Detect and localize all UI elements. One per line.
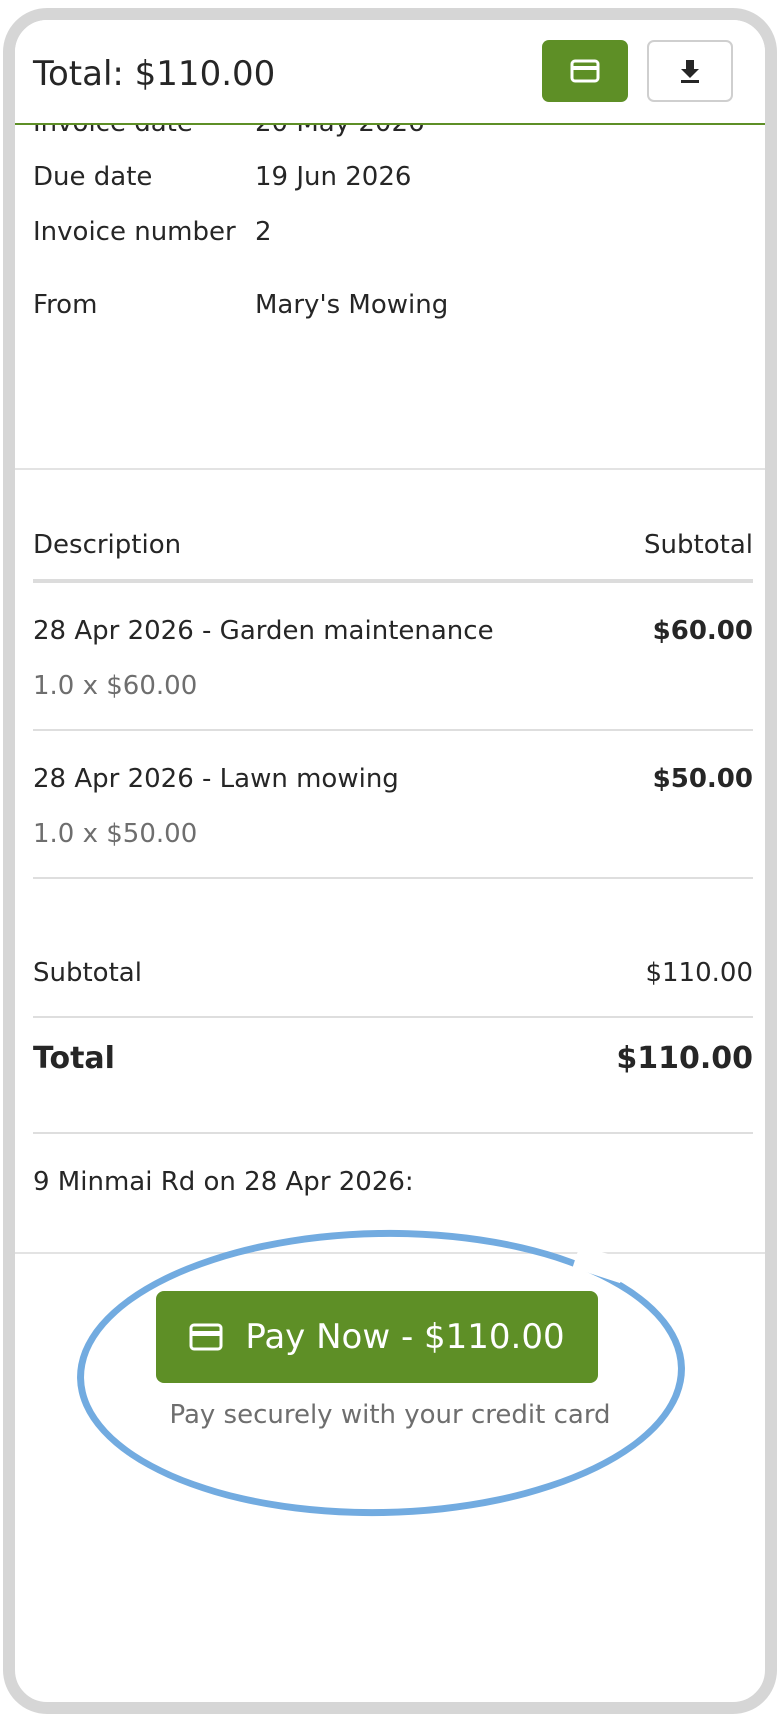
- row-divider: [33, 729, 753, 731]
- footer-divider: [15, 1252, 765, 1254]
- pay-caption: Pay securely with your credit card: [169, 1400, 611, 1430]
- item-amount: $50.00: [652, 764, 753, 794]
- from-value: Mary's Mowing: [255, 290, 449, 320]
- device-frame: Total: $110.00 Invoice date 20 May 2026 …: [3, 8, 777, 1714]
- pay-now-label: Pay Now - $110.00: [245, 1317, 565, 1357]
- invoice-note: 9 Minmai Rd on 28 Apr 2026:: [33, 1167, 414, 1197]
- credit-card-icon: [570, 59, 600, 83]
- page-frame: Total: $110.00 Invoice date 20 May 2026 …: [0, 0, 780, 1718]
- total-label: Total: [33, 1041, 115, 1076]
- credit-card-icon: [189, 1323, 223, 1351]
- due-date-value: 19 Jun 2026: [255, 162, 412, 192]
- pay-now-button[interactable]: Pay Now - $110.00: [156, 1291, 598, 1383]
- due-date-label: Due date: [33, 162, 153, 192]
- invoice-number-value: 2: [255, 217, 272, 247]
- summary-divider: [33, 1016, 753, 1018]
- column-header-description: Description: [33, 530, 182, 560]
- item-description: 28 Apr 2026 - Lawn mowing: [33, 764, 399, 794]
- row-divider: [33, 877, 753, 879]
- section-divider: [15, 468, 765, 470]
- from-label: From: [33, 290, 98, 320]
- pay-card-button[interactable]: [542, 40, 628, 102]
- item-amount: $60.00: [652, 616, 753, 646]
- subtotal-label: Subtotal: [33, 958, 142, 988]
- total-value: $110.00: [616, 1041, 753, 1076]
- header-total: Total: $110.00: [33, 54, 276, 94]
- subtotal-value: $110.00: [645, 958, 753, 988]
- invoice-number-label: Invoice number: [33, 217, 236, 247]
- download-button[interactable]: [647, 40, 733, 102]
- item-quantity: 1.0 x $50.00: [33, 819, 198, 849]
- item-quantity: 1.0 x $60.00: [33, 671, 198, 701]
- total-divider: [33, 1132, 753, 1134]
- item-description: 28 Apr 2026 - Garden maintenance: [33, 616, 494, 646]
- annotation-gap: [572, 1244, 628, 1284]
- column-header-subtotal: Subtotal: [644, 530, 753, 560]
- download-icon: [681, 60, 699, 83]
- table-header-divider: [33, 579, 753, 583]
- sticky-header: Total: $110.00: [15, 20, 765, 125]
